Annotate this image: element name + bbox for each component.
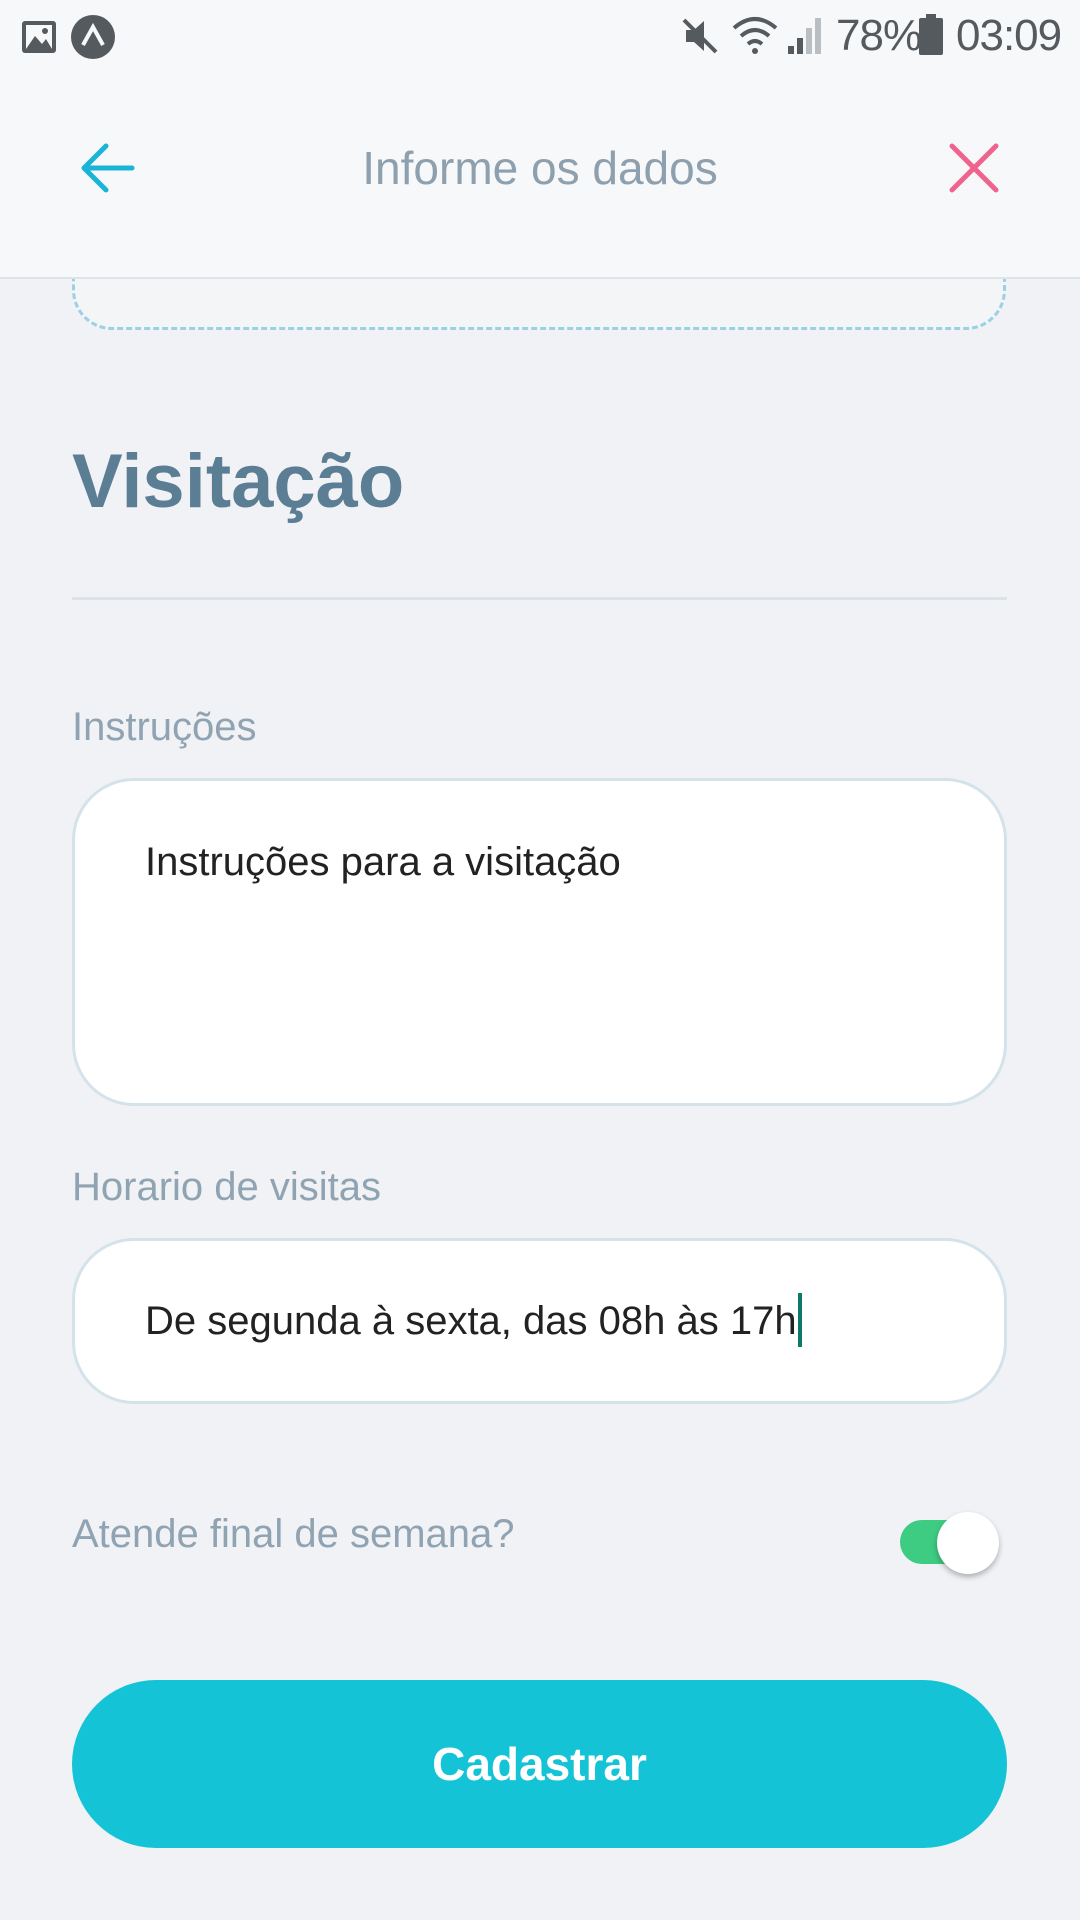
signal-icon [788,18,821,54]
status-bar: 78% 03:09 [0,0,1080,72]
instructions-value: Instruções para a visitação [145,840,621,884]
wifi-icon [732,17,778,54]
close-button[interactable] [944,138,1004,198]
visit-hours-input[interactable]: De segunda à sexta, das 08h às 17h [72,1238,1007,1404]
app-badge-icon [71,15,115,59]
weekend-label: Atende final de semana? [72,1512,515,1556]
submit-button-label: Cadastrar [432,1738,647,1790]
visit-hours-label: Horario de visitas [72,1165,382,1209]
weekend-toggle-knob[interactable] [937,1512,999,1574]
submit-button[interactable]: Cadastrar [72,1680,1007,1848]
text-caret [797,1293,802,1348]
battery-icon [919,14,943,55]
app-header: Informe os dados [0,72,1080,279]
divider [72,597,1007,600]
mute-icon [682,18,718,54]
image-icon [22,21,56,53]
page-title: Informe os dados [362,142,718,194]
instructions-label: Instruções [72,705,257,749]
battery-percent: 78% [836,11,922,60]
status-time: 03:09 [956,11,1062,60]
close-icon [949,143,999,193]
instructions-textarea[interactable]: Instruções para a visitação [72,778,1007,1106]
section-title: Visitação [72,439,405,524]
visit-hours-value: De segunda à sexta, das 08h às 17h [145,1299,797,1343]
